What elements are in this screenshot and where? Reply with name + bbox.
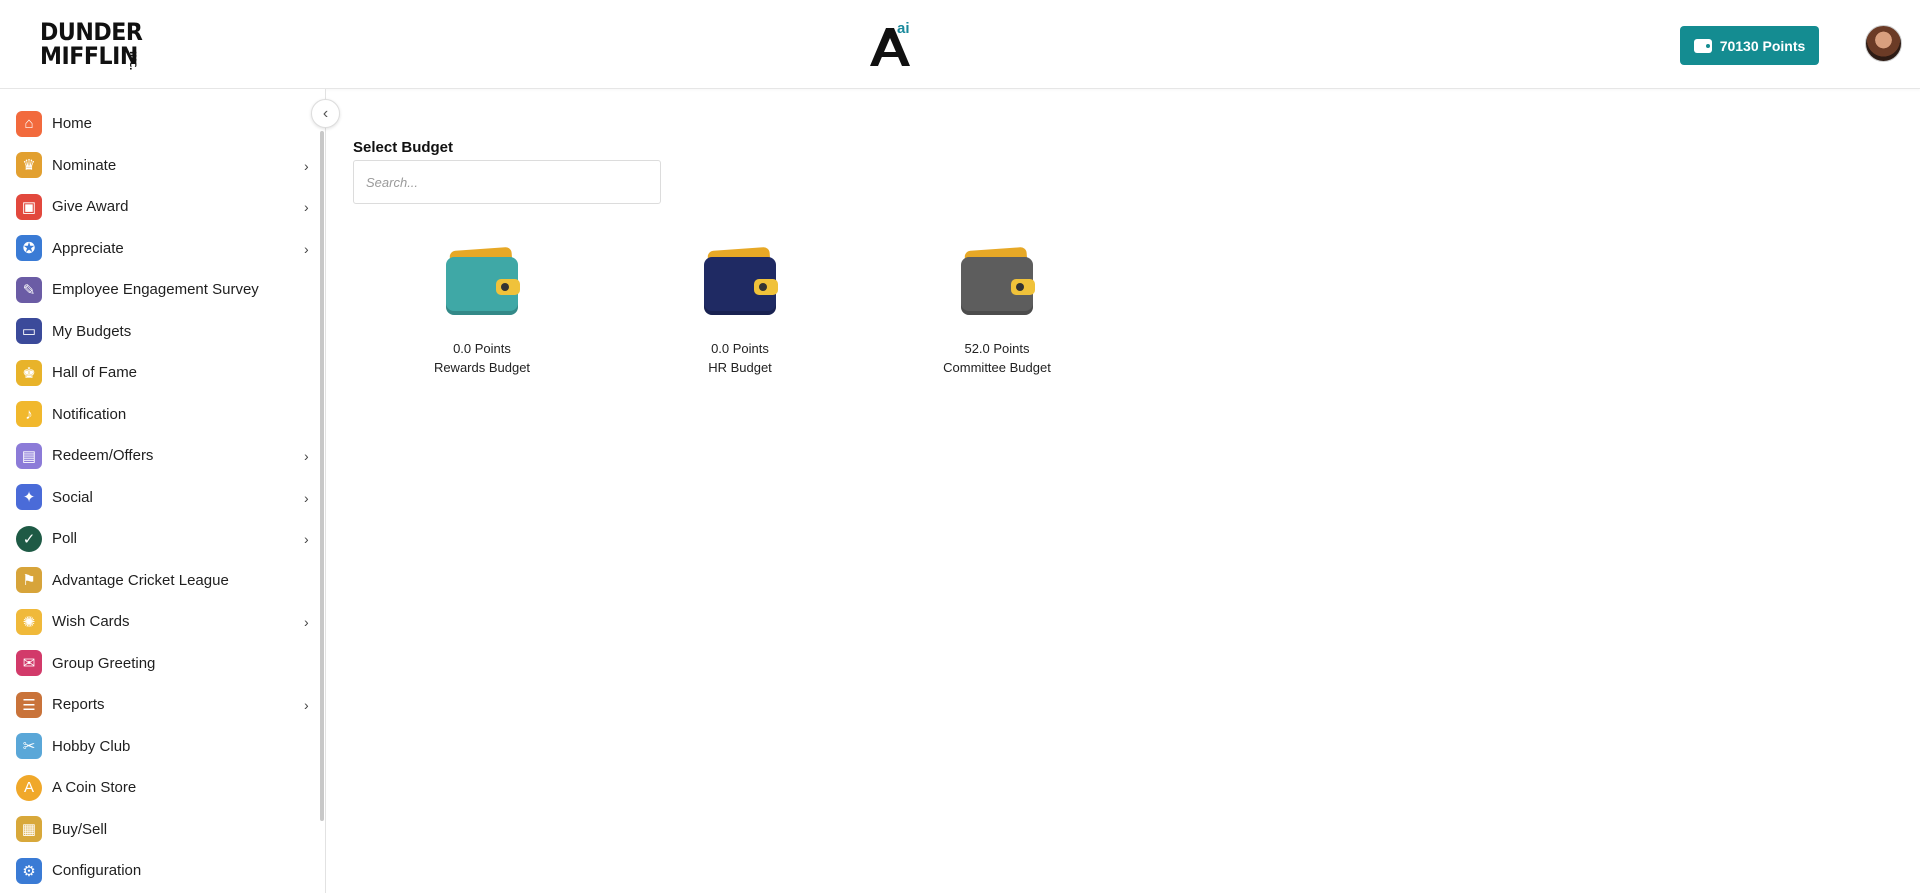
shopping-bag-icon: ▦ (16, 816, 42, 843)
crown-icon: ♚ (16, 359, 42, 386)
sidebar-item-label: Buy/Sell (52, 820, 108, 838)
gift-icon: ▣ (16, 193, 42, 220)
select-budget-title: Select Budget (353, 139, 454, 156)
chevron-right-icon: › (304, 697, 309, 713)
points-balance-label: 70130 Points (1719, 37, 1806, 54)
poll-icon: ✓ (16, 525, 42, 552)
sidebar-item-label: Hall of Fame (52, 364, 138, 382)
budget-card[interactable]: 52.0 Points Committee Budget (902, 245, 1092, 377)
budget-points: 0.0 Points (453, 341, 511, 356)
sidebar-item-hobby-club[interactable]: ✂ Hobby Club (0, 726, 320, 768)
chevron-right-icon: › (304, 614, 309, 630)
sidebar-item-employee-engagement-survey[interactable]: ✎ Employee Engagement Survey (0, 269, 320, 311)
sidebar-menu: ⌂ Home ♛ Nominate › ▣ Give Award › ✪ Appreciate › ✎… (0, 103, 320, 892)
brand-suffix: INC. (127, 51, 137, 70)
app-logo-ai: ai (897, 20, 910, 37)
sidebar-item-label: Wish Cards (52, 613, 130, 631)
budget-card[interactable]: 0.0 Points Rewards Budget (387, 245, 577, 377)
sidebar-item-advantage-cricket-league[interactable]: ⚑ Advantage Cricket League (0, 560, 320, 602)
sidebar-item-label: Hobby Club (52, 737, 131, 755)
sidebar-item-home[interactable]: ⌂ Home (0, 103, 320, 145)
sidebar-collapse-button[interactable]: ‹ (311, 99, 340, 128)
wallet-icon: ▭ (16, 318, 42, 345)
sidebar-item-poll[interactable]: ✓ Poll › (0, 518, 320, 560)
brand-logo[interactable]: DUNDER MIFFLIN INC. (40, 18, 143, 72)
sidebar-scrollbar[interactable] (320, 131, 324, 821)
wallet-icon (1693, 38, 1712, 53)
sidebar: ⌂ Home ♛ Nominate › ▣ Give Award › ✪ Appreciate › ✎… (0, 89, 326, 893)
wallet-icon (700, 245, 780, 319)
sidebar-item-wish-cards[interactable]: ✺ Wish Cards › (0, 601, 320, 643)
budget-search-input[interactable] (353, 160, 661, 204)
sidebar-item-label: Nominate (52, 156, 117, 174)
user-avatar[interactable] (1865, 25, 1902, 62)
clipboard-icon: ☰ (16, 691, 42, 718)
sidebar-item-label: Reports (52, 696, 105, 714)
sidebar-item-label: Employee Engagement Survey (52, 281, 259, 299)
chevron-right-icon: › (304, 448, 309, 464)
chevron-left-icon: ‹ (322, 104, 329, 122)
sidebar-item-configuration[interactable]: ⚙ Configuration (0, 850, 320, 892)
sidebar-item-label: Group Greeting (52, 654, 156, 672)
sidebar-item-a-coin-store[interactable]: A A Coin Store (0, 767, 320, 809)
party-popper-icon: ✺ (16, 608, 42, 635)
cricket-icon: ⚑ (16, 567, 42, 594)
bell-icon: ♪ (16, 401, 42, 428)
sidebar-item-label: Give Award (52, 198, 129, 216)
sidebar-item-label: A Coin Store (52, 779, 137, 797)
sidebar-item-group-greeting[interactable]: ✉ Group Greeting (0, 643, 320, 685)
sidebar-item-appreciate[interactable]: ✪ Appreciate › (0, 228, 320, 270)
coin-icon: A (16, 774, 42, 801)
budget-points: 0.0 Points (711, 341, 769, 356)
chevron-right-icon: › (304, 199, 309, 215)
sidebar-item-label: My Budgets (52, 322, 132, 340)
app-logo: ai (866, 20, 914, 70)
brand-line-1: DUNDER (40, 18, 143, 46)
sidebar-item-label: Home (52, 115, 93, 133)
sidebar-item-label: Advantage Cricket League (52, 571, 229, 589)
voucher-icon: ▤ (16, 442, 42, 469)
top-header: DUNDER MIFFLIN INC. ai 70130 Points (0, 0, 1920, 89)
sidebar-item-give-award[interactable]: ▣ Give Award › (0, 186, 320, 228)
sidebar-item-hall-of-fame[interactable]: ♚ Hall of Fame (0, 352, 320, 394)
medal-icon: ✪ (16, 235, 42, 262)
hobby-icon: ✂ (16, 733, 42, 760)
trophy-icon: ♛ (16, 152, 42, 179)
budget-name: Committee Budget (943, 360, 1051, 375)
sidebar-item-redeem-offers[interactable]: ▤ Redeem/Offers › (0, 435, 320, 477)
sidebar-item-buy-sell[interactable]: ▦ Buy/Sell (0, 809, 320, 851)
budget-name: HR Budget (708, 360, 772, 375)
chevron-right-icon: › (304, 157, 309, 174)
brand-line-2: MIFFLIN (40, 42, 138, 70)
home-icon: ⌂ (16, 110, 42, 137)
budget-card[interactable]: 0.0 Points HR Budget (645, 245, 835, 377)
budget-points: 52.0 Points (964, 341, 1030, 356)
sidebar-item-label: Social (52, 488, 93, 506)
sidebar-item-label: Configuration (52, 862, 142, 880)
chevron-right-icon: › (304, 240, 309, 257)
sidebar-item-social[interactable]: ✦ Social › (0, 477, 320, 519)
sidebar-item-label: Appreciate (52, 239, 124, 257)
sidebar-item-label: Notification (52, 405, 127, 423)
chevron-right-icon: › (304, 531, 309, 547)
budget-name: Rewards Budget (433, 360, 531, 375)
config-icon: ⚙ (16, 857, 42, 884)
wallet-icon (957, 245, 1037, 319)
survey-icon: ✎ (16, 276, 42, 303)
sidebar-item-my-budgets[interactable]: ▭ My Budgets (0, 311, 320, 353)
envelope-icon: ✉ (16, 650, 42, 677)
wallet-icon (442, 245, 522, 319)
points-balance-button[interactable]: 70130 Points (1680, 26, 1819, 65)
sidebar-item-label: Redeem/Offers (52, 447, 154, 465)
chevron-right-icon: › (304, 489, 309, 506)
sidebar-item-reports[interactable]: ☰ Reports › (0, 684, 320, 726)
sidebar-item-notification[interactable]: ♪ Notification (0, 394, 320, 436)
sidebar-item-nominate[interactable]: ♛ Nominate › (0, 145, 320, 187)
sidebar-item-label: Poll (52, 530, 78, 548)
like-icon: ✦ (16, 484, 42, 511)
